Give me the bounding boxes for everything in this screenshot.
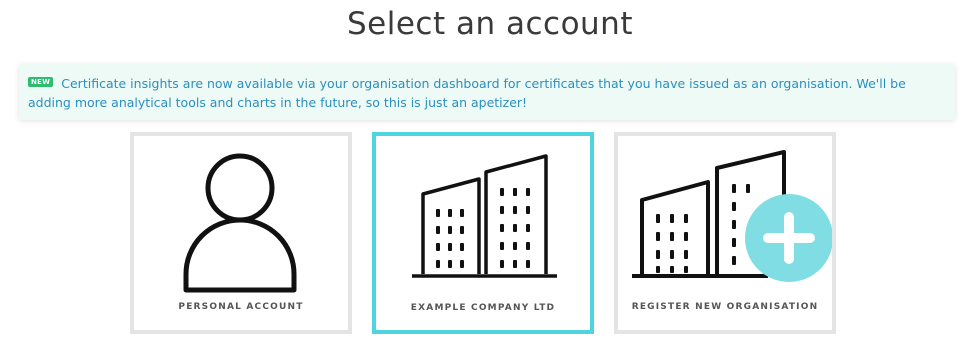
new-badge: NEW: [28, 77, 54, 87]
person-icon: [183, 153, 297, 293]
example-company-label: EXAMPLE COMPANY LTD: [410, 303, 556, 313]
building-plus-icon: [632, 150, 832, 282]
notice-banner: NEW Certificate insights are now availabl…: [19, 64, 955, 120]
register-organisation-label: REGISTER NEW ORGANISATION: [631, 302, 819, 312]
notice-content: NEW Certificate insights are now availabl…: [28, 74, 937, 112]
example-company-card[interactable]: EXAMPLE COMPANY LTD: [372, 132, 594, 334]
personal-account-card[interactable]: PERSONAL ACCOUNT: [130, 132, 352, 334]
building-icon: [412, 154, 557, 278]
notice-text: Certificate insights are now available v…: [28, 76, 906, 110]
page-title: Select an account: [347, 6, 633, 42]
account-selection-page: Select an account NEW Certificate insight…: [0, 0, 980, 354]
personal-account-label: PERSONAL ACCOUNT: [178, 302, 304, 312]
register-organisation-card[interactable]: REGISTER NEW ORGANISATION: [614, 132, 836, 334]
